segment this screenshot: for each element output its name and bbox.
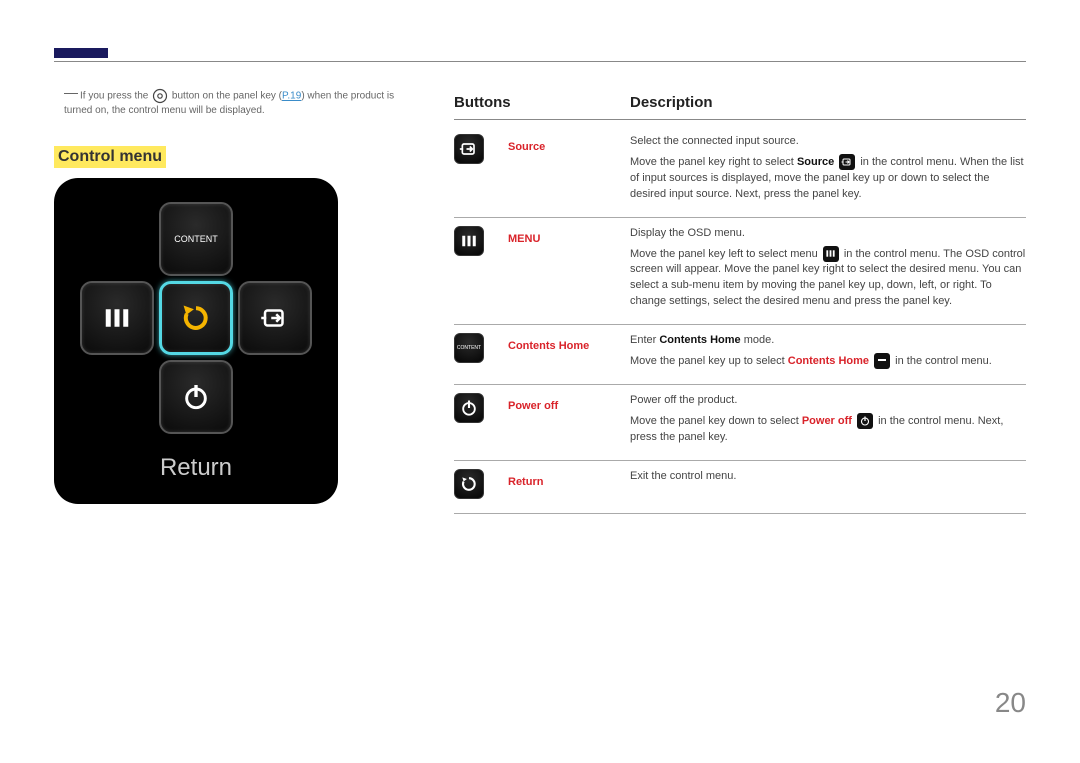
table-row: Power off Power off the product. Move th… (454, 385, 1026, 461)
row-name: MENU (508, 226, 630, 311)
return-icon-badge (454, 469, 484, 499)
row-name: Source (508, 134, 630, 203)
page-number: 20 (995, 687, 1026, 719)
source-icon (260, 303, 290, 333)
power-icon (180, 381, 212, 413)
table-row: MENU Display the OSD menu. Move the pane… (454, 218, 1026, 326)
return-button-center[interactable] (159, 281, 233, 355)
power-off-inline-icon (857, 413, 873, 429)
row-description: Exit the control menu. (630, 469, 1026, 499)
source-inline-icon (839, 154, 855, 170)
row-description: Select the connected input source. Move … (630, 134, 1026, 203)
menu-inline-icon (823, 246, 839, 262)
header-rule (54, 61, 1026, 62)
power-off-icon-badge (454, 393, 484, 423)
contents-home-inline-icon (874, 353, 890, 369)
power-off-button[interactable] (159, 360, 233, 434)
table-row: CONTENT Contents Home Enter Contents Hom… (454, 325, 1026, 385)
header-accent-bar (54, 48, 108, 58)
content-button[interactable]: CONTENT (159, 202, 233, 276)
menu-icon-badge (454, 226, 484, 256)
column-header-buttons: Buttons (454, 94, 630, 111)
content-button-label: CONTENT (174, 234, 218, 244)
control-menu-panel: CONTENT Return (54, 178, 338, 504)
table-row: Source Select the connected input source… (454, 126, 1026, 218)
column-header-description: Description (630, 94, 1026, 111)
menu-icon (102, 303, 132, 333)
row-name: Power off (508, 393, 630, 446)
row-description: Display the OSD menu. Move the panel key… (630, 226, 1026, 311)
top-note: If you press the button on the panel key… (64, 88, 424, 117)
row-name: Return (508, 469, 630, 499)
button-description-table: Buttons Description Source Select the co… (454, 94, 1026, 514)
source-icon-badge (454, 134, 484, 164)
table-row: Return Exit the control menu. (454, 461, 1026, 514)
menu-button[interactable] (80, 281, 154, 355)
panel-key-indicator-icon (152, 88, 168, 104)
source-button[interactable] (238, 281, 312, 355)
row-description: Power off the product. Move the panel ke… (630, 393, 1026, 446)
return-icon (179, 301, 213, 335)
page-ref-link[interactable]: P.19 (282, 91, 301, 102)
contents-home-icon-badge: CONTENT (454, 333, 484, 363)
section-heading-control-menu: Control menu (54, 146, 166, 168)
row-name: Contents Home (508, 333, 630, 370)
row-description: Enter Contents Home mode. Move the panel… (630, 333, 1026, 370)
panel-return-label: Return (160, 454, 232, 482)
